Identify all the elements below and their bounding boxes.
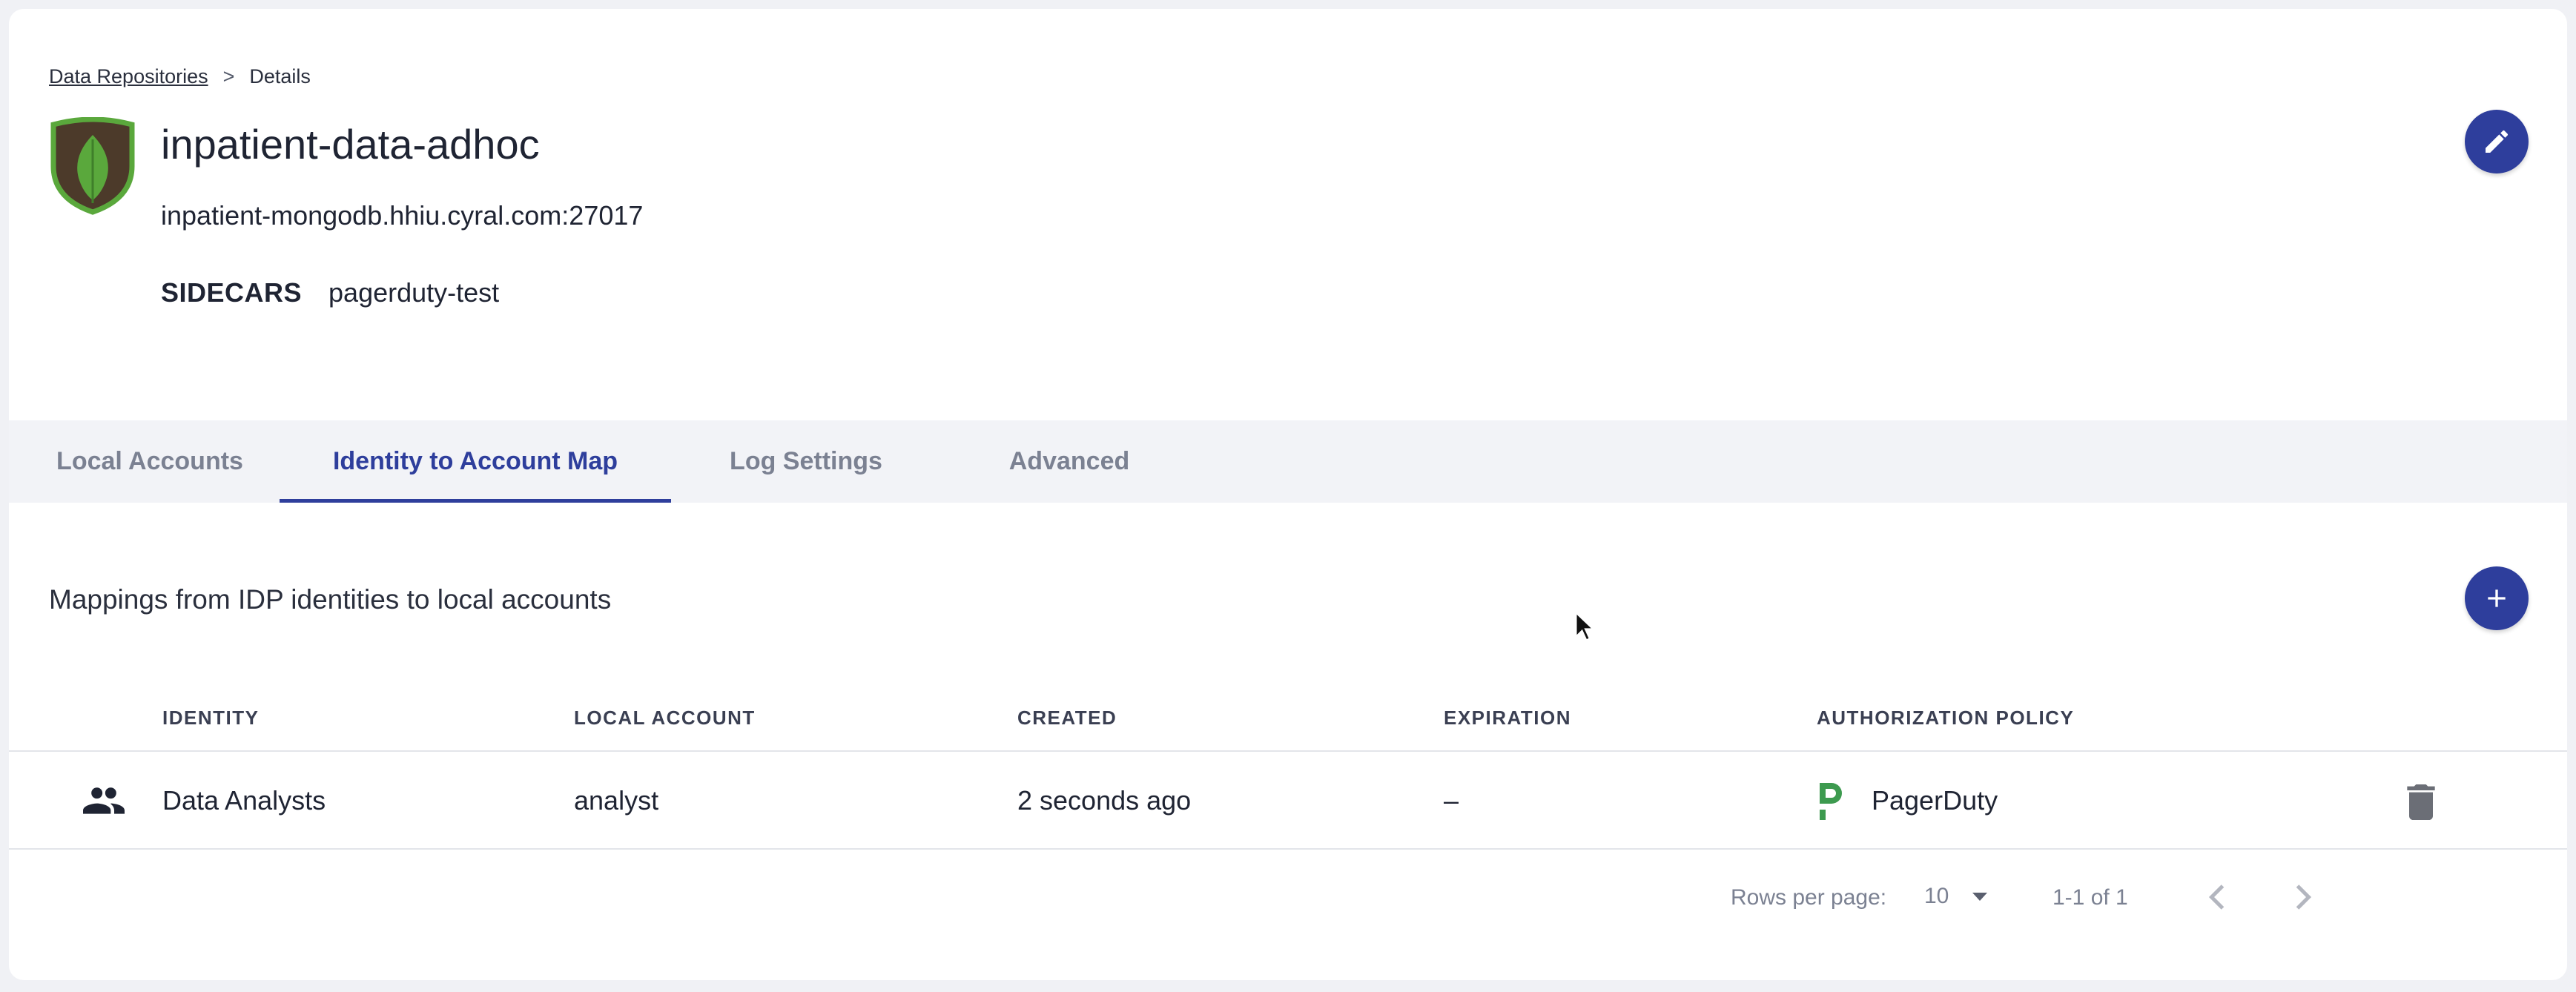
edit-repository-button[interactable] — [2465, 110, 2529, 173]
mouse-cursor-icon — [1575, 611, 1596, 642]
column-header-local-account: LOCAL ACCOUNT — [574, 706, 756, 729]
chevron-right-icon[interactable] — [2292, 882, 2314, 912]
column-header-identity: IDENTITY — [162, 706, 260, 729]
column-header-expiration: EXPIRATION — [1444, 706, 1571, 729]
breadcrumb: Data Repositories > Details — [49, 65, 311, 88]
tab-identity-to-account-map[interactable]: Identity to Account Map — [280, 420, 671, 503]
pencil-icon — [2486, 130, 2509, 153]
tab-log-settings[interactable]: Log Settings — [706, 420, 906, 503]
repository-host: inpatient-mongodb.hhiu.cyral.com:27017 — [161, 200, 644, 231]
chevron-left-icon[interactable] — [2206, 882, 2228, 912]
table-row: Data Analysts analyst 2 seconds ago – Pa… — [9, 752, 2567, 850]
trash-icon[interactable] — [2407, 784, 2435, 820]
column-header-authorization-policy: AUTHORIZATION POLICY — [1817, 706, 2075, 729]
breadcrumb-data-repositories-link[interactable]: Data Repositories — [49, 65, 208, 88]
add-mapping-button[interactable] — [2465, 566, 2529, 630]
tab-advanced[interactable]: Advanced — [965, 420, 1173, 503]
table-header: IDENTITY LOCAL ACCOUNT CREATED EXPIRATIO… — [9, 684, 2567, 752]
breadcrumb-current: Details — [249, 65, 311, 87]
mongodb-leaf-icon — [50, 117, 135, 215]
repository-tabs: Local Accounts Identity to Account Map L… — [9, 420, 2567, 503]
cell-created: 2 seconds ago — [1017, 785, 1192, 816]
cell-local-account: analyst — [574, 785, 659, 816]
repository-header: Data Repositories > Details inpatient-da… — [9, 9, 2567, 420]
repository-name: inpatient-data-adhoc — [161, 121, 540, 168]
section-title: Mappings from IDP identities to local ac… — [49, 584, 612, 615]
breadcrumb-separator: > — [222, 65, 235, 87]
tab-local-accounts[interactable]: Local Accounts — [39, 420, 261, 503]
policy-name[interactable]: PagerDuty — [1872, 785, 1998, 816]
cell-identity: Data Analysts — [162, 785, 326, 816]
sidecars-value: pagerduty-test — [328, 277, 500, 308]
column-header-created: CREATED — [1017, 706, 1117, 729]
pagination: Rows per page: 10 1-1 of 1 — [9, 850, 2567, 939]
sidecars-label: SIDECARS — [161, 277, 303, 308]
caret-down-icon — [1972, 892, 1988, 901]
repository-details-card: Data Repositories > Details inpatient-da… — [9, 9, 2567, 980]
pagerduty-logo-icon — [1820, 783, 1842, 820]
plus-icon — [2488, 589, 2506, 607]
rows-per-page-label: Rows per page: — [1731, 885, 1887, 910]
rows-per-page-value: 10 — [1924, 884, 1949, 908]
pagination-range: 1-1 of 1 — [2052, 885, 2128, 910]
sidecars-info: SIDECARS pagerduty-test — [161, 277, 499, 308]
people-group-icon — [83, 787, 125, 814]
cell-expiration: – — [1444, 785, 1459, 816]
rows-per-page-select[interactable]: 10 — [1924, 884, 1988, 909]
cell-authorization-policy: PagerDuty — [1817, 752, 1998, 850]
